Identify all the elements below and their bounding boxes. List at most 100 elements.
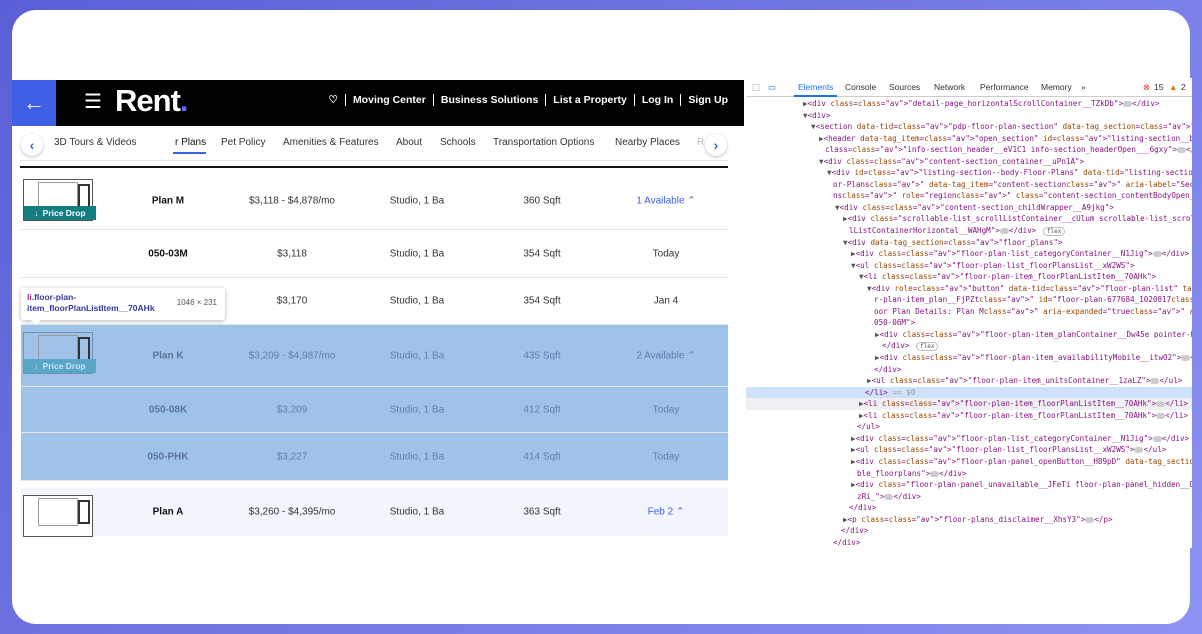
dom-node-line[interactable]: ▶<div class=class="av">"floor-plan-item_…	[746, 329, 1192, 341]
dom-node-line[interactable]: </div> flex	[746, 340, 1192, 352]
nav-list-property[interactable]: List a Property	[553, 94, 627, 106]
dom-node-line[interactable]: ▼<div id=class="av">"listing-section--bo…	[746, 167, 1192, 179]
dom-node-line[interactable]: ▼<div class=class="av">"content-section_…	[746, 202, 1192, 214]
dom-node-line[interactable]: </li> == $0	[746, 386, 1192, 399]
row-name: 050-PHK	[147, 451, 189, 462]
row-bed-bath: Studio, 1 Ba	[389, 195, 445, 206]
dom-node-line[interactable]: ▼<ul class=class="av">"floor-plan-list_f…	[746, 260, 1192, 272]
nav-sign-up[interactable]: Sign Up	[688, 94, 728, 106]
unit-row[interactable]: 050-08K $3,209 Studio, 1 Ba 412 Sqft Today	[21, 387, 728, 433]
tab-schools[interactable]: Schools	[440, 137, 476, 148]
dom-node-line[interactable]: ▶<div class="scrollable-list_scrollListC…	[746, 213, 1192, 225]
arrow-down-icon: ↓	[34, 361, 39, 371]
dom-node-line[interactable]: ble_floorplans"> </div>	[746, 468, 1192, 480]
row-name: Plan M	[151, 195, 185, 206]
floor-plan-row[interactable]: ↓ Price Drop Plan M $3,118 - $4,878/mo Studi…	[21, 172, 728, 230]
row-sqft: 412 Sqft	[523, 404, 561, 415]
tab-transportation[interactable]: Transportation Options	[493, 137, 594, 148]
floor-plan-thumbnail[interactable]	[23, 495, 93, 537]
row-availability: Jan 4	[653, 295, 679, 307]
row-sqft: 414 Sqft	[523, 451, 561, 462]
dom-node-line[interactable]: ▶<div class="floor-plan-panel_unavailabl…	[746, 479, 1192, 491]
dom-node-line[interactable]: </div>	[746, 502, 1192, 514]
floor-plan-row[interactable]: Plan A $3,260 - $4,395/mo Studio, 1 Ba 363 …	[21, 488, 728, 537]
dom-node-line[interactable]: ▶<div class=class="av">"floor-plan-item_…	[746, 352, 1192, 364]
dom-node-line[interactable]: </div>	[746, 364, 1192, 376]
chevron-left-icon[interactable]: ‹	[21, 134, 43, 156]
dom-node-line[interactable]: ▶<div class=class="av">"floor-plan-panel…	[746, 456, 1192, 468]
dom-node-line[interactable]: </div>	[746, 525, 1192, 537]
dom-node-line[interactable]: ▶<ul class=class="av">"floor-plan-item_u…	[746, 375, 1192, 387]
dom-node-line[interactable]: ▶<li class=class="av">"floor-plan-item_f…	[746, 398, 1192, 410]
tab-3d-tours[interactable]: 3D Tours & Videos	[54, 137, 136, 148]
tab-nearby-places[interactable]: Nearby Places	[615, 137, 680, 148]
dom-node-line[interactable]: nsclass="av">" role="regionclass="av">" …	[746, 190, 1192, 202]
floor-plan-row[interactable]: ↓ Price Drop Plan K $3,209 - $4,987/mo Studi…	[21, 325, 728, 387]
dom-node-line[interactable]: oor Plan Details: Plan Mclass="av">" ari…	[746, 306, 1192, 318]
row-availability[interactable]: Feb 2 ⌃	[648, 507, 685, 518]
tab-floor-plans[interactable]: r Plans	[172, 137, 207, 154]
hamburger-menu-icon[interactable]: ☰	[84, 92, 102, 112]
tab-performance[interactable]: Performance	[980, 82, 1029, 92]
dom-node-line[interactable]: ▶<header data-tag_item=class="av">"open_…	[746, 133, 1192, 145]
tab-amenities[interactable]: Amenities & Features	[283, 137, 379, 148]
dom-node-line[interactable]: class=class="av">"info-section_header__e…	[746, 144, 1192, 156]
floor-plan-thumbnail[interactable]: ↓ Price Drop	[23, 332, 96, 374]
inspect-element-icon[interactable]: ⬚	[752, 82, 760, 93]
dom-node-line[interactable]: ▼<div>	[746, 110, 1192, 122]
tab-network[interactable]: Network	[934, 82, 965, 92]
dom-node-line[interactable]: ▼<div class=class="av">"content-section_…	[746, 156, 1192, 168]
error-icon[interactable]: ⊗	[1143, 82, 1150, 93]
more-tabs-icon[interactable]: »	[1081, 82, 1086, 92]
warning-icon[interactable]: ▲	[1169, 82, 1177, 92]
tab-pet-policy[interactable]: Pet Policy	[221, 137, 265, 148]
row-availability[interactable]: 2 Available ⌃	[636, 350, 695, 361]
floor-plan-thumbnail[interactable]: ↓ Price Drop	[23, 179, 96, 221]
tab-elements[interactable]: Elements	[793, 82, 838, 97]
nav-moving-center[interactable]: Moving Center	[353, 94, 426, 106]
row-bed-bath: Studio, 1 Ba	[389, 295, 445, 307]
tab-about[interactable]: About	[396, 137, 422, 148]
dom-tree: ▶<div class=class="av">"detail-page_hori…	[746, 98, 1192, 548]
chevron-up-icon[interactable]: ⌃	[676, 507, 684, 518]
rent-logo[interactable]: Rent.	[115, 83, 188, 119]
price-drop-badge: ↓ Price Drop	[24, 206, 96, 220]
row-availability[interactable]: 1 Available ⌃	[636, 195, 695, 206]
tab-memory[interactable]: Memory	[1041, 82, 1072, 92]
dom-node-line[interactable]: ▼<section data-tid=class="av">"pdp-floor…	[746, 121, 1192, 133]
nav-business-solutions[interactable]: Business Solutions	[441, 94, 538, 106]
dom-node-line[interactable]: or-Plansclass="av">" data-tag_item="cont…	[746, 179, 1192, 191]
unit-row[interactable]: 050-03M $3,118 Studio, 1 Ba 354 Sqft Today	[21, 230, 728, 278]
row-name: 050-08K	[148, 404, 188, 415]
heart-icon[interactable]: ♡	[329, 94, 338, 106]
dom-node-line[interactable]: ▶<div class=class="av">"floor-plan-list_…	[746, 248, 1192, 260]
row-name: Plan K	[152, 350, 184, 361]
dom-node-line[interactable]: lListContainerHorizontal__WAHgM"> </div> …	[746, 225, 1192, 237]
tab-sources[interactable]: Sources	[889, 82, 920, 92]
chevron-up-icon[interactable]: ⌃	[687, 350, 695, 361]
dom-node-line[interactable]: ▶<div class=class="av">"detail-page_hori…	[746, 98, 1192, 110]
chevron-right-icon[interactable]: ›	[705, 134, 727, 156]
unit-row[interactable]: 050-PHK $3,227 Studio, 1 Ba 414 Sqft Today	[21, 433, 728, 481]
dom-node-line[interactable]: ▼<div role=class="av">"button" data-tid=…	[746, 283, 1192, 295]
dom-node-line[interactable]: ▶<div class=class="av">"floor-plan-list_…	[746, 433, 1192, 445]
row-price: $3,209	[276, 404, 308, 415]
nav-log-in[interactable]: Log In	[642, 94, 674, 106]
dom-node-line[interactable]: ▶<p class=class="av">"floor-plans_discla…	[746, 514, 1192, 526]
dom-node-line[interactable]: ▼<li class=class="av">"floor-plan-item_f…	[746, 271, 1192, 283]
tab-console[interactable]: Console	[845, 82, 876, 92]
tab-reviews[interactable]: R	[697, 137, 704, 148]
error-count[interactable]: 15	[1154, 82, 1163, 92]
dom-node-line[interactable]: r-plan-item_plan__FjPZtclass="av">" id="…	[746, 294, 1192, 306]
device-toggle-icon[interactable]: ▭	[768, 82, 776, 93]
dom-node-line[interactable]: zRi_"> </div>	[746, 491, 1192, 503]
dom-node-line[interactable]: 050-06M">	[746, 317, 1192, 329]
chevron-up-icon[interactable]: ⌃	[687, 195, 695, 206]
dom-node-line[interactable]: </div>	[746, 537, 1192, 548]
dom-node-line[interactable]: ▶<li class=class="av">"floor-plan-item_f…	[746, 410, 1192, 422]
back-arrow-icon[interactable]: ←	[12, 80, 56, 126]
dom-node-line[interactable]: </ul>	[746, 421, 1192, 433]
dom-node-line[interactable]: ▶<ul class=class="av">"floor-plan-list_f…	[746, 444, 1192, 456]
warning-count[interactable]: 2	[1181, 82, 1186, 92]
dom-node-line[interactable]: ▼<div data-tag_section=class="av">"floor…	[746, 237, 1192, 249]
